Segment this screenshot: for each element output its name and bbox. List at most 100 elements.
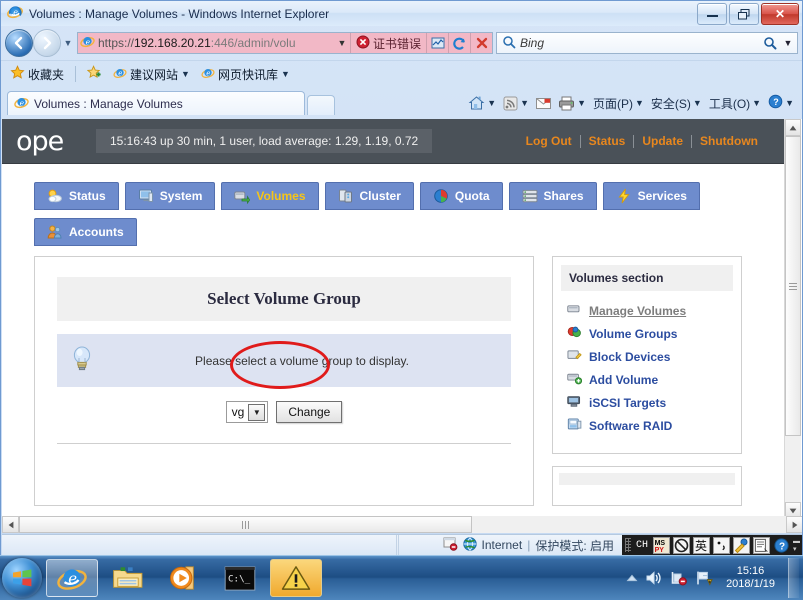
- log-out-link[interactable]: Log Out: [518, 134, 580, 148]
- sidebar-links: Manage Volumes Volume Groups Block Devic…: [561, 291, 733, 445]
- page-horizontal-scrollbar[interactable]: [2, 516, 802, 533]
- ime-drag-handle[interactable]: [625, 538, 631, 552]
- print-button[interactable]: ▼: [556, 96, 588, 111]
- certificate-error-indicator[interactable]: 证书错误: [349, 33, 426, 53]
- add-to-favorites-button[interactable]: [83, 63, 106, 85]
- chevron-down-icon[interactable]: ▼: [181, 69, 190, 79]
- favorites-center-button[interactable]: 收藏夹: [6, 63, 68, 85]
- tab-cluster[interactable]: Cluster: [324, 182, 414, 210]
- iscsi-icon: [567, 394, 582, 411]
- lightbulb-icon: [69, 344, 95, 377]
- new-tab-button[interactable]: [307, 95, 335, 115]
- sidebar-item-block-devices[interactable]: Block Devices: [565, 345, 731, 368]
- chevron-down-icon[interactable]: ▼: [520, 98, 529, 108]
- compatibility-view-button[interactable]: [426, 33, 448, 53]
- sidebar-item-manage-volumes[interactable]: Manage Volumes: [565, 299, 731, 322]
- ime-toolbox-icon[interactable]: [733, 536, 750, 554]
- address-dropdown-icon[interactable]: ▼: [334, 38, 350, 48]
- scroll-left-button[interactable]: [2, 516, 19, 533]
- taskbar-clock[interactable]: 15:16 2018/1/19: [720, 565, 781, 591]
- ime-help-icon[interactable]: ?: [773, 537, 790, 554]
- search-box[interactable]: Bing ▼: [496, 32, 798, 54]
- address-bar[interactable]: e https://192.168.20.21:446/admin/volu ▼…: [77, 32, 493, 54]
- ime-disabled-icon[interactable]: [673, 536, 690, 554]
- chevron-down-icon[interactable]: ▼: [281, 69, 290, 79]
- volume-icon[interactable]: [645, 570, 663, 586]
- mail-button[interactable]: [534, 97, 553, 110]
- tab-shares[interactable]: Shares: [508, 182, 597, 210]
- change-button[interactable]: Change: [276, 401, 343, 423]
- volume-group-select[interactable]: vg ▼: [225, 401, 269, 423]
- blocked-icon: [443, 537, 458, 554]
- chevron-down-icon[interactable]: ▼: [487, 98, 496, 108]
- taskbar-item-command-prompt[interactable]: C:\_: [214, 559, 266, 597]
- ime-language-label[interactable]: CH: [634, 537, 650, 554]
- action-center-flag-icon[interactable]: [695, 570, 713, 586]
- chevron-down-icon[interactable]: ▼: [752, 98, 761, 108]
- taskbar-item-internet-explorer[interactable]: e: [46, 559, 98, 597]
- tab-services[interactable]: Services: [602, 182, 700, 210]
- sidebar-item-add-volume[interactable]: Add Volume: [565, 368, 731, 391]
- sidebar-link-label: Block Devices: [589, 349, 671, 364]
- sidebar-item-iscsi-targets[interactable]: iSCSI Targets: [565, 391, 731, 414]
- ime-mode-label[interactable]: 英: [693, 536, 710, 554]
- chevron-down-icon[interactable]: ▼: [248, 403, 266, 421]
- favorites-item-suggested-sites[interactable]: e 建议网站 ▼: [109, 64, 194, 85]
- back-button[interactable]: [5, 29, 33, 57]
- tab-accounts[interactable]: Accounts: [34, 218, 137, 246]
- forward-button[interactable]: [33, 29, 61, 57]
- volume-icon: [234, 188, 251, 205]
- recent-pages-caret-icon[interactable]: ▼: [61, 38, 75, 48]
- shutdown-link[interactable]: Shutdown: [692, 134, 766, 148]
- taskbar-item-warning-window[interactable]: [270, 559, 322, 597]
- tab-system[interactable]: System: [124, 182, 216, 210]
- ime-language-bar[interactable]: CH MS PY 英 ? ▬ ▾: [622, 534, 802, 555]
- taskbar-item-windows-explorer[interactable]: [102, 559, 154, 597]
- restore-button[interactable]: [729, 3, 759, 25]
- scroll-up-button[interactable]: [785, 119, 801, 136]
- tab-volumes[interactable]: Volumes: [221, 182, 319, 210]
- search-dropdown-icon[interactable]: ▼: [779, 38, 797, 48]
- page-vertical-scrollbar[interactable]: [784, 119, 801, 519]
- tab-quota[interactable]: Quota: [419, 182, 503, 210]
- taskbar-item-media-player[interactable]: [158, 559, 210, 597]
- favorites-item-web-slice-gallery[interactable]: e 网页快讯库 ▼: [197, 64, 294, 85]
- chevron-down-icon[interactable]: ▼: [577, 98, 586, 108]
- close-button[interactable]: ✕: [761, 3, 799, 25]
- minimize-button[interactable]: [697, 3, 727, 25]
- page-menu-button[interactable]: 页面(P) ▼: [591, 95, 646, 112]
- tools-menu-button[interactable]: 工具(O) ▼: [707, 95, 763, 112]
- stop-button[interactable]: [470, 33, 492, 53]
- home-button[interactable]: ▼: [466, 95, 498, 111]
- refresh-button[interactable]: [448, 33, 470, 53]
- network-icon[interactable]: [670, 570, 688, 586]
- chevron-down-icon[interactable]: ▼: [785, 98, 794, 108]
- horizontal-scroll-thumb[interactable]: [19, 516, 472, 533]
- chevron-down-icon[interactable]: ▼: [693, 98, 702, 108]
- windows-taskbar: e C:\_ 15:16 2018/1/19: [0, 555, 803, 600]
- svg-text:e: e: [13, 8, 18, 17]
- show-desktop-button[interactable]: [788, 558, 799, 598]
- sidebar-item-volume-groups[interactable]: Volume Groups: [565, 322, 731, 345]
- scroll-right-button[interactable]: [786, 516, 802, 533]
- browser-tab-volumes[interactable]: e Volumes : Manage Volumes: [7, 91, 305, 115]
- tab-status[interactable]: Status: [34, 182, 119, 210]
- sidebar-item-software-raid[interactable]: Software RAID: [565, 414, 731, 437]
- start-button[interactable]: [2, 558, 42, 598]
- ime-resize-handle[interactable]: ▬ ▾: [793, 538, 800, 553]
- update-link[interactable]: Update: [634, 134, 691, 148]
- feeds-button[interactable]: ▼: [501, 96, 531, 111]
- security-zone-indicator[interactable]: Internet | 保护模式: 启用: [435, 536, 623, 554]
- ime-punctuation-button[interactable]: [713, 536, 730, 554]
- volume-group-form: vg ▼ Change: [57, 401, 511, 423]
- status-link[interactable]: Status: [581, 134, 634, 148]
- search-go-icon[interactable]: [761, 36, 779, 50]
- ime-soft-keyboard-icon[interactable]: [753, 536, 770, 554]
- show-hidden-icons-button[interactable]: [626, 573, 638, 583]
- chevron-down-icon[interactable]: ▼: [635, 98, 644, 108]
- openfiler-logo: ope: [16, 125, 64, 157]
- vertical-scroll-thumb[interactable]: [785, 136, 801, 436]
- help-menu-button[interactable]: ? ▼: [766, 94, 796, 112]
- safety-menu-button[interactable]: 安全(S) ▼: [649, 95, 704, 112]
- ime-engine-icon[interactable]: MS PY: [653, 536, 670, 554]
